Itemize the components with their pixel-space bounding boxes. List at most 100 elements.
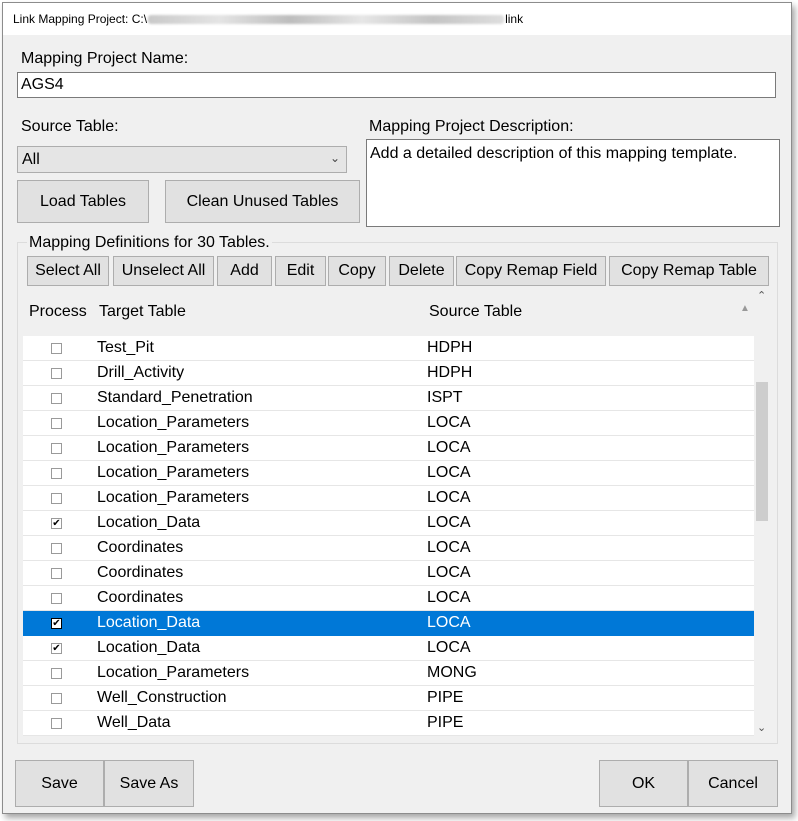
unselect-all-button[interactable]: Unselect All: [113, 256, 214, 286]
process-checkbox[interactable]: [51, 418, 62, 429]
table-row[interactable]: Standard_Penetration ISPT: [23, 386, 754, 411]
target-table-cell: Location_Data: [97, 514, 201, 531]
description-label: Mapping Project Description:: [369, 118, 574, 135]
target-table-cell: Location_Data: [97, 639, 201, 656]
source-table-value: All: [22, 151, 40, 168]
cancel-button[interactable]: Cancel: [688, 760, 778, 807]
source-table-select[interactable]: All ⌄: [17, 146, 347, 173]
edit-button[interactable]: Edit: [275, 256, 326, 286]
source-table-cell: PIPE: [427, 689, 464, 706]
process-checkbox[interactable]: [51, 543, 62, 554]
source-table-cell: LOCA: [427, 639, 471, 656]
window-title-prefix: Link Mapping Project: C:\: [13, 12, 148, 26]
delete-button[interactable]: Delete: [389, 256, 454, 286]
source-table-cell: LOCA: [427, 564, 471, 581]
source-table-cell: LOCA: [427, 589, 471, 606]
target-table-cell: Coordinates: [97, 564, 184, 581]
target-table-cell: Location_Parameters: [97, 414, 250, 431]
grid-rows: Test_Pit HDPH Drill_Activity HDPH Standard_P…: [23, 336, 754, 736]
target-table-cell: Coordinates: [97, 589, 184, 606]
window-title: Link Mapping Project: C:\ link: [13, 12, 523, 26]
table-row[interactable]: ✔ Location_Data LOCA: [23, 636, 754, 661]
column-header-process[interactable]: Process: [29, 303, 87, 321]
source-table-cell: LOCA: [427, 464, 471, 481]
redacted-path: [148, 15, 505, 25]
ok-button[interactable]: OK: [599, 760, 688, 807]
target-table-cell: Coordinates: [97, 539, 184, 556]
table-row[interactable]: Test_Pit HDPH: [23, 336, 754, 361]
table-row[interactable]: ✔ Location_Data LOCA: [23, 511, 754, 536]
process-checkbox[interactable]: [51, 593, 62, 604]
target-table-cell: Well_Data: [97, 714, 171, 731]
process-checkbox[interactable]: ✔: [51, 643, 62, 654]
source-table-cell: LOCA: [427, 489, 471, 506]
target-table-cell: Location_Parameters: [97, 489, 250, 506]
process-checkbox[interactable]: ✔: [51, 618, 62, 629]
project-name-value: AGS4: [21, 76, 64, 93]
sort-ascending-icon: ▲: [740, 303, 750, 314]
process-checkbox[interactable]: [51, 568, 62, 579]
source-table-cell: LOCA: [427, 439, 471, 456]
table-row[interactable]: Well_Data PIPE: [23, 711, 754, 736]
load-tables-button[interactable]: Load Tables: [17, 180, 149, 223]
copy-remap-field-button[interactable]: Copy Remap Field: [456, 256, 606, 286]
source-table-cell: LOCA: [427, 414, 471, 431]
scroll-up-icon[interactable]: ⌃: [757, 289, 766, 302]
scroll-down-icon[interactable]: ⌄: [757, 721, 766, 734]
source-table-cell: HDPH: [427, 339, 473, 356]
mapping-grid: Process Target Table Source Table ▲ Test…: [23, 289, 770, 736]
target-table-cell: Location_Parameters: [97, 664, 250, 681]
target-table-cell: Well_Construction: [97, 689, 227, 706]
add-button[interactable]: Add: [217, 256, 272, 286]
table-row[interactable]: Location_Parameters LOCA: [23, 436, 754, 461]
column-header-source-table[interactable]: Source Table: [429, 303, 522, 321]
process-checkbox[interactable]: [51, 368, 62, 379]
table-row[interactable]: Location_Parameters LOCA: [23, 411, 754, 436]
source-table-label: Source Table:: [21, 118, 119, 135]
vertical-scrollbar[interactable]: ⌃ ⌄: [754, 289, 770, 736]
column-header-target-table[interactable]: Target Table: [99, 303, 186, 321]
target-table-cell: Drill_Activity: [97, 364, 185, 381]
chevron-down-icon: ⌄: [329, 151, 340, 165]
process-checkbox[interactable]: [51, 493, 62, 504]
target-table-cell: Test_Pit: [97, 339, 154, 356]
process-checkbox[interactable]: [51, 443, 62, 454]
table-row[interactable]: Location_Parameters LOCA: [23, 486, 754, 511]
source-table-cell: LOCA: [427, 539, 471, 556]
table-row[interactable]: ✔ Location_Data LOCA: [23, 611, 754, 636]
copy-button[interactable]: Copy: [328, 256, 386, 286]
target-table-cell: Location_Data: [97, 614, 201, 631]
table-row[interactable]: Coordinates LOCA: [23, 586, 754, 611]
select-all-button[interactable]: Select All: [27, 256, 109, 286]
clean-unused-tables-button[interactable]: Clean Unused Tables: [165, 180, 360, 223]
process-checkbox[interactable]: [51, 393, 62, 404]
copy-remap-table-button[interactable]: Copy Remap Table: [609, 256, 769, 286]
target-table-cell: Location_Parameters: [97, 439, 250, 456]
process-checkbox[interactable]: ✔: [51, 518, 62, 529]
table-row[interactable]: Coordinates LOCA: [23, 561, 754, 586]
source-table-cell: ISPT: [427, 389, 463, 406]
project-name-input[interactable]: AGS4: [17, 72, 776, 98]
description-value: Add a detailed description of this mappi…: [370, 145, 738, 162]
source-table-cell: MONG: [427, 664, 477, 681]
process-checkbox[interactable]: [51, 718, 62, 729]
source-table-cell: LOCA: [427, 514, 471, 531]
target-table-cell: Location_Parameters: [97, 464, 250, 481]
table-row[interactable]: Coordinates LOCA: [23, 536, 754, 561]
save-button[interactable]: Save: [15, 760, 104, 807]
source-table-cell: LOCA: [427, 614, 471, 631]
table-row[interactable]: Location_Parameters MONG: [23, 661, 754, 686]
scroll-thumb[interactable]: [756, 382, 768, 521]
table-row[interactable]: Drill_Activity HDPH: [23, 361, 754, 386]
table-row[interactable]: Well_Construction PIPE: [23, 686, 754, 711]
process-checkbox[interactable]: [51, 468, 62, 479]
process-checkbox[interactable]: [51, 343, 62, 354]
window-title-suffix: link: [505, 12, 524, 26]
description-textarea[interactable]: Add a detailed description of this mappi…: [366, 139, 780, 227]
source-table-cell: PIPE: [427, 714, 464, 731]
save-as-button[interactable]: Save As: [104, 760, 194, 807]
table-row[interactable]: Location_Parameters LOCA: [23, 461, 754, 486]
process-checkbox[interactable]: [51, 668, 62, 679]
process-checkbox[interactable]: [51, 693, 62, 704]
grid-header: Process Target Table Source Table ▲: [23, 289, 754, 336]
